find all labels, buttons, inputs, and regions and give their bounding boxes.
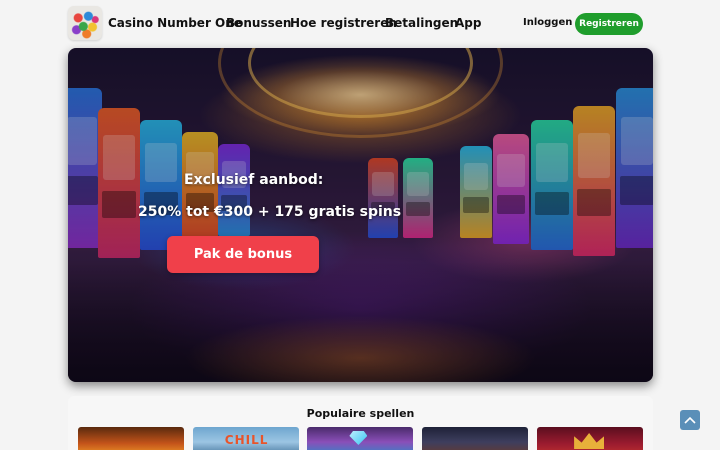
nav-item-bonussen[interactable]: Bonussen	[226, 16, 291, 30]
diamond-icon	[349, 431, 368, 445]
crown-icon	[574, 433, 605, 449]
game-title-art: CHILL	[224, 433, 269, 447]
login-link[interactable]: Inloggen	[523, 17, 572, 28]
register-button[interactable]: Registreren	[575, 13, 643, 35]
nav-item-app[interactable]: App	[455, 16, 481, 30]
game-card[interactable]: CHILL	[193, 427, 299, 450]
game-card[interactable]	[307, 427, 413, 450]
claim-bonus-button[interactable]: Pak de bonus	[167, 236, 319, 273]
game-card[interactable]	[537, 427, 643, 450]
hero-banner: Exclusief aanbod: 250% tot €300 + 175 gr…	[68, 48, 653, 382]
hero-title: Exclusief aanbod:	[184, 172, 324, 188]
game-card[interactable]	[78, 427, 184, 450]
game-card[interactable]	[422, 427, 528, 450]
popular-games-section: Populaire spellen CHILL	[68, 396, 653, 450]
brand-name[interactable]: Casino Number One	[108, 16, 242, 30]
nav-item-hoe-registreren[interactable]: Hoe registreren	[290, 16, 397, 30]
nav-item-betalingen[interactable]: Betalingen	[385, 16, 458, 30]
section-title: Populaire spellen	[306, 407, 415, 420]
site-header: Casino Number One Bonussen Hoe registrer…	[0, 0, 720, 48]
casino-logo[interactable]	[68, 6, 102, 40]
chevron-up-icon	[684, 416, 696, 424]
scroll-to-top-button[interactable]	[680, 410, 700, 430]
hero-subtitle: 250% tot €300 + 175 gratis spins	[138, 204, 402, 220]
